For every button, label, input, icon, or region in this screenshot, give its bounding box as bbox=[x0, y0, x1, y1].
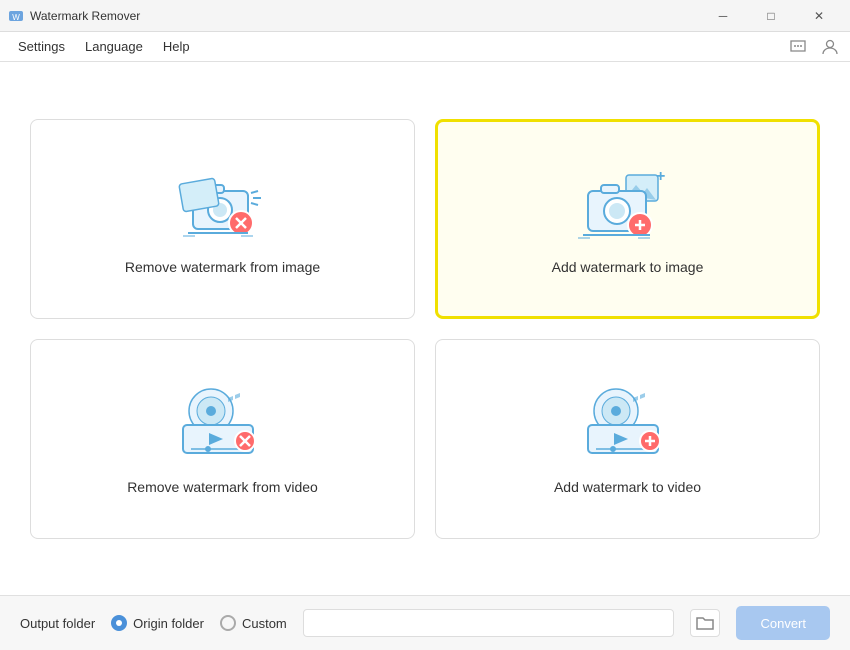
bottom-bar: Output folder Origin folder Custom Conve… bbox=[0, 595, 850, 650]
origin-folder-option[interactable]: Origin folder bbox=[111, 615, 204, 631]
browse-folder-button[interactable] bbox=[690, 609, 720, 637]
remove-image-label: Remove watermark from image bbox=[125, 259, 320, 275]
custom-path-input[interactable] bbox=[303, 609, 675, 637]
menu-language[interactable]: Language bbox=[75, 35, 153, 58]
maximize-button[interactable]: □ bbox=[748, 0, 794, 32]
close-button[interactable]: ✕ bbox=[796, 0, 842, 32]
origin-folder-label: Origin folder bbox=[133, 616, 204, 631]
svg-text:+: + bbox=[656, 168, 665, 185]
user-icon[interactable] bbox=[818, 35, 842, 59]
menu-help[interactable]: Help bbox=[153, 35, 200, 58]
radio-group: Origin folder Custom bbox=[111, 615, 287, 631]
menu-settings[interactable]: Settings bbox=[8, 35, 75, 58]
add-image-card[interactable]: + Add watermark to image bbox=[435, 119, 820, 319]
remove-image-icon bbox=[173, 163, 273, 243]
convert-button[interactable]: Convert bbox=[736, 606, 830, 640]
folder-icon bbox=[696, 615, 714, 631]
add-video-card[interactable]: Add watermark to video bbox=[435, 339, 820, 539]
custom-label: Custom bbox=[242, 616, 287, 631]
remove-image-card[interactable]: Remove watermark from image bbox=[30, 119, 415, 319]
remove-video-icon bbox=[173, 383, 273, 463]
menu-bar-icons bbox=[786, 35, 842, 59]
output-folder-label: Output folder bbox=[20, 616, 95, 631]
app-title: Watermark Remover bbox=[30, 9, 700, 23]
cards-grid: Remove watermark from image + bbox=[30, 82, 820, 575]
add-video-icon bbox=[578, 383, 678, 463]
app-icon: W bbox=[8, 8, 24, 24]
add-video-label: Add watermark to video bbox=[554, 479, 701, 495]
add-image-label: Add watermark to image bbox=[552, 259, 704, 275]
origin-folder-radio[interactable] bbox=[111, 615, 127, 631]
menu-bar: Settings Language Help bbox=[0, 32, 850, 62]
window-controls: ─ □ ✕ bbox=[700, 0, 842, 32]
minimize-button[interactable]: ─ bbox=[700, 0, 746, 32]
chat-icon[interactable] bbox=[786, 35, 810, 59]
custom-radio[interactable] bbox=[220, 615, 236, 631]
svg-text:W: W bbox=[12, 13, 20, 22]
main-content: Remove watermark from image + bbox=[0, 62, 850, 595]
remove-video-label: Remove watermark from video bbox=[127, 479, 318, 495]
custom-option[interactable]: Custom bbox=[220, 615, 287, 631]
remove-video-card[interactable]: Remove watermark from video bbox=[30, 339, 415, 539]
title-bar: W Watermark Remover ─ □ ✕ bbox=[0, 0, 850, 32]
add-image-icon: + bbox=[578, 163, 678, 243]
